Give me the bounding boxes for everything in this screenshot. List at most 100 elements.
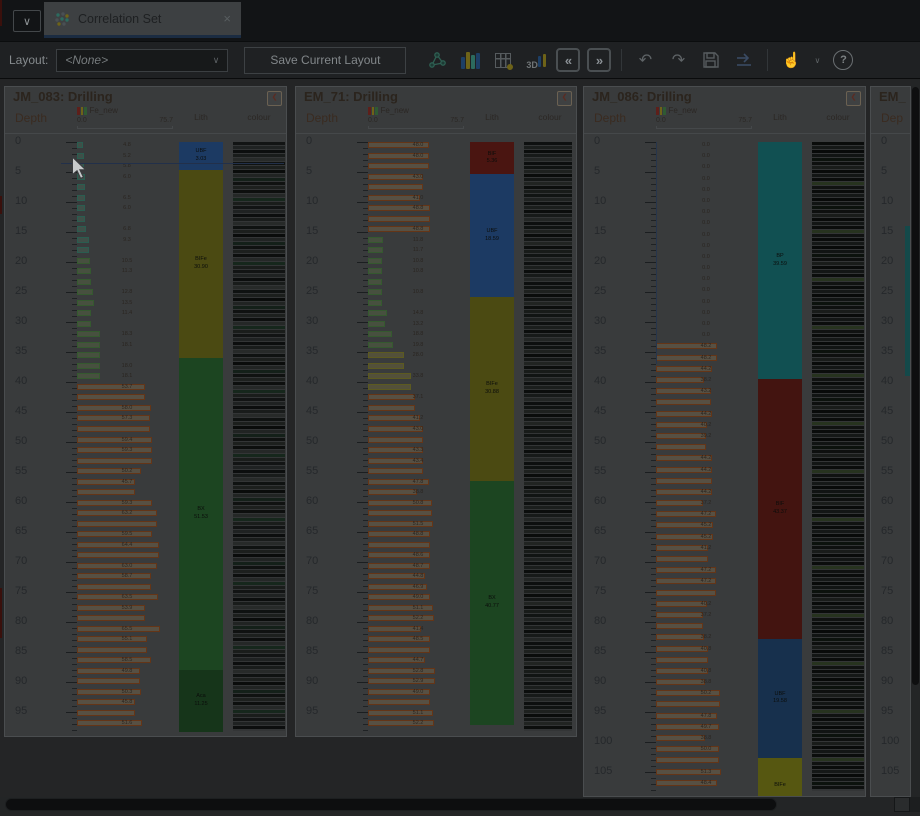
depth-tick-label: 95 xyxy=(15,705,27,717)
log-panel-4[interactable]: EM_Dep0510152025303540455055606570758085… xyxy=(870,86,911,797)
fe-bar xyxy=(77,426,150,432)
core-colour-stripe xyxy=(524,314,572,317)
core-colour-stripe xyxy=(233,542,285,545)
fe-bar-value: 43.3 xyxy=(396,447,440,453)
fe-bar xyxy=(656,478,712,484)
fe-bar-value: 48.8 xyxy=(396,531,440,537)
horizontal-scrollbar-end-button[interactable] xyxy=(894,797,910,812)
fe-bar-value: 40.8 xyxy=(684,646,728,652)
core-colour-stripe xyxy=(524,474,572,477)
3d-view-icon[interactable]: 3D xyxy=(523,47,549,73)
curve-header: Fe_new xyxy=(656,106,697,115)
core-colour-stripe xyxy=(233,686,285,689)
undo-icon[interactable]: ↶ xyxy=(632,47,658,73)
core-colour-stripe xyxy=(524,342,572,345)
lith-interval-bife[interactable]: BIFe xyxy=(758,758,802,797)
colour-column xyxy=(812,142,864,791)
fe-bar-value: 14.8 xyxy=(396,310,440,316)
tab-close-icon[interactable]: × xyxy=(223,11,231,26)
depth-tick-label: 105 xyxy=(881,765,899,777)
horizontal-scrollbar-thumb[interactable] xyxy=(5,798,777,811)
depth-tick-label: 25 xyxy=(594,285,606,297)
log-track: 051015202530354045505560657075808590954.… xyxy=(5,133,286,736)
log-panel-2[interactable]: EM_71: Drilling❮DepthFe_new0.075.7Lithco… xyxy=(295,86,577,737)
vertical-scrollbar[interactable] xyxy=(911,79,920,797)
layout-select[interactable]: <None> ∨ xyxy=(56,49,228,72)
fe-bar xyxy=(368,384,411,390)
fe-bar xyxy=(77,710,135,716)
lith-interval-bx[interactable]: BX51.53 xyxy=(179,358,223,670)
core-colour-stripe xyxy=(812,206,864,209)
core-colour-stripe xyxy=(812,654,864,657)
lith-interval-ubf[interactable]: UBF3.03 xyxy=(179,142,223,170)
depth-tick-label: 35 xyxy=(594,345,606,357)
lith-interval-ubf[interactable]: UBF18.59 xyxy=(470,174,514,296)
core-colour-stripe xyxy=(812,554,864,557)
core-colour-stripe xyxy=(524,338,572,341)
strip-logs-icon[interactable] xyxy=(457,47,483,73)
vertical-scrollbar-thumb[interactable] xyxy=(912,87,919,685)
core-colour-stripe xyxy=(812,338,864,341)
fe-bar-value: 46.9 xyxy=(396,584,440,590)
fe-bar-value: 48.5 xyxy=(396,636,440,642)
core-colour-stripe xyxy=(233,274,285,277)
fe-bar-value: 37.2 xyxy=(684,500,728,506)
lith-interval-bif[interactable]: BIF5.36 xyxy=(470,142,514,174)
core-colour-stripe xyxy=(524,386,572,389)
save-icon[interactable] xyxy=(698,47,724,73)
lith-interval-label: UBF19.58 xyxy=(773,691,787,706)
log-panel-3[interactable]: JM_086: Drilling❮DepthFe_new0.075.7Lithc… xyxy=(583,86,866,797)
correlation-line[interactable] xyxy=(61,163,284,164)
touch-pointer-icon[interactable]: ☝ xyxy=(778,47,804,73)
panel-collapse-button[interactable]: ❮ xyxy=(557,91,572,106)
redo-icon[interactable]: ↷ xyxy=(665,47,691,73)
table-lightbulb-icon[interactable] xyxy=(490,47,516,73)
fe-bar-value: 50.8 xyxy=(396,500,440,506)
core-colour-stripe xyxy=(524,154,572,157)
fe-bar-value: 0.0 xyxy=(684,254,728,260)
lith-interval-bp[interactable]: BP39.59 xyxy=(758,142,802,379)
tab-correlation-set[interactable]: Correlation Set × xyxy=(44,2,241,38)
fe-bar-value: 0.0 xyxy=(684,142,728,148)
horizontal-scrollbar[interactable] xyxy=(0,797,890,812)
help-icon[interactable]: ? xyxy=(830,47,856,73)
core-colour-stripe xyxy=(524,470,572,473)
lith-interval-bif[interactable]: BIF43.37 xyxy=(758,379,802,639)
core-colour-stripe xyxy=(524,726,572,729)
fe-bar-value: 0.0 xyxy=(684,276,728,282)
lith-interval-bx[interactable]: BX40.77 xyxy=(470,481,514,725)
lith-interval-ubf[interactable]: UBF19.58 xyxy=(758,639,802,758)
panel-collapse-button[interactable]: ❮ xyxy=(846,91,861,106)
core-colour-stripe xyxy=(233,662,285,665)
lith-interval-label: BX40.77 xyxy=(485,595,499,610)
fe-bar-value: 48.8 xyxy=(396,226,440,232)
core-colour-stripe xyxy=(812,314,864,317)
lith-interval-bife[interactable]: BIFe30.88 xyxy=(470,297,514,481)
depth-tick-label: 10 xyxy=(881,195,893,207)
export-icon[interactable] xyxy=(731,47,757,73)
network-correlation-icon[interactable] xyxy=(424,47,450,73)
fe-bar-value: 19.8 xyxy=(396,342,440,348)
core-colour-stripe xyxy=(812,154,864,157)
fe-bar xyxy=(368,542,430,548)
core-colour-stripe xyxy=(524,714,572,717)
core-colour-stripe xyxy=(524,494,572,497)
fe-bar-value: 37.1 xyxy=(396,394,440,400)
depth-tick-label: 70 xyxy=(594,555,606,567)
fe-bar-value: 18.3 xyxy=(105,331,149,337)
save-current-layout-button[interactable]: Save Current Layout xyxy=(244,47,406,74)
expand-all-button[interactable]: » xyxy=(587,48,611,72)
tab-list-dropdown-button[interactable]: ∨ xyxy=(13,10,41,32)
panel-collapse-button[interactable]: ❮ xyxy=(267,91,282,106)
log-panel-1[interactable]: JM_083: Drilling❮DepthFe_new0.075.7Lithc… xyxy=(4,86,287,737)
core-colour-stripe xyxy=(524,354,572,357)
collapse-all-button[interactable]: « xyxy=(556,48,580,72)
lith-interval-aca[interactable]: Aca11.25 xyxy=(179,670,223,732)
core-colour-stripe xyxy=(524,210,572,213)
touch-pointer-dropdown-icon[interactable]: ∨ xyxy=(811,47,823,73)
core-colour-stripe xyxy=(233,418,285,421)
core-colour-stripe xyxy=(812,682,864,685)
lith-interval-bife[interactable]: BIFe30.90 xyxy=(179,170,223,358)
core-colour-stripe xyxy=(524,430,572,433)
core-colour-stripe xyxy=(524,682,572,685)
